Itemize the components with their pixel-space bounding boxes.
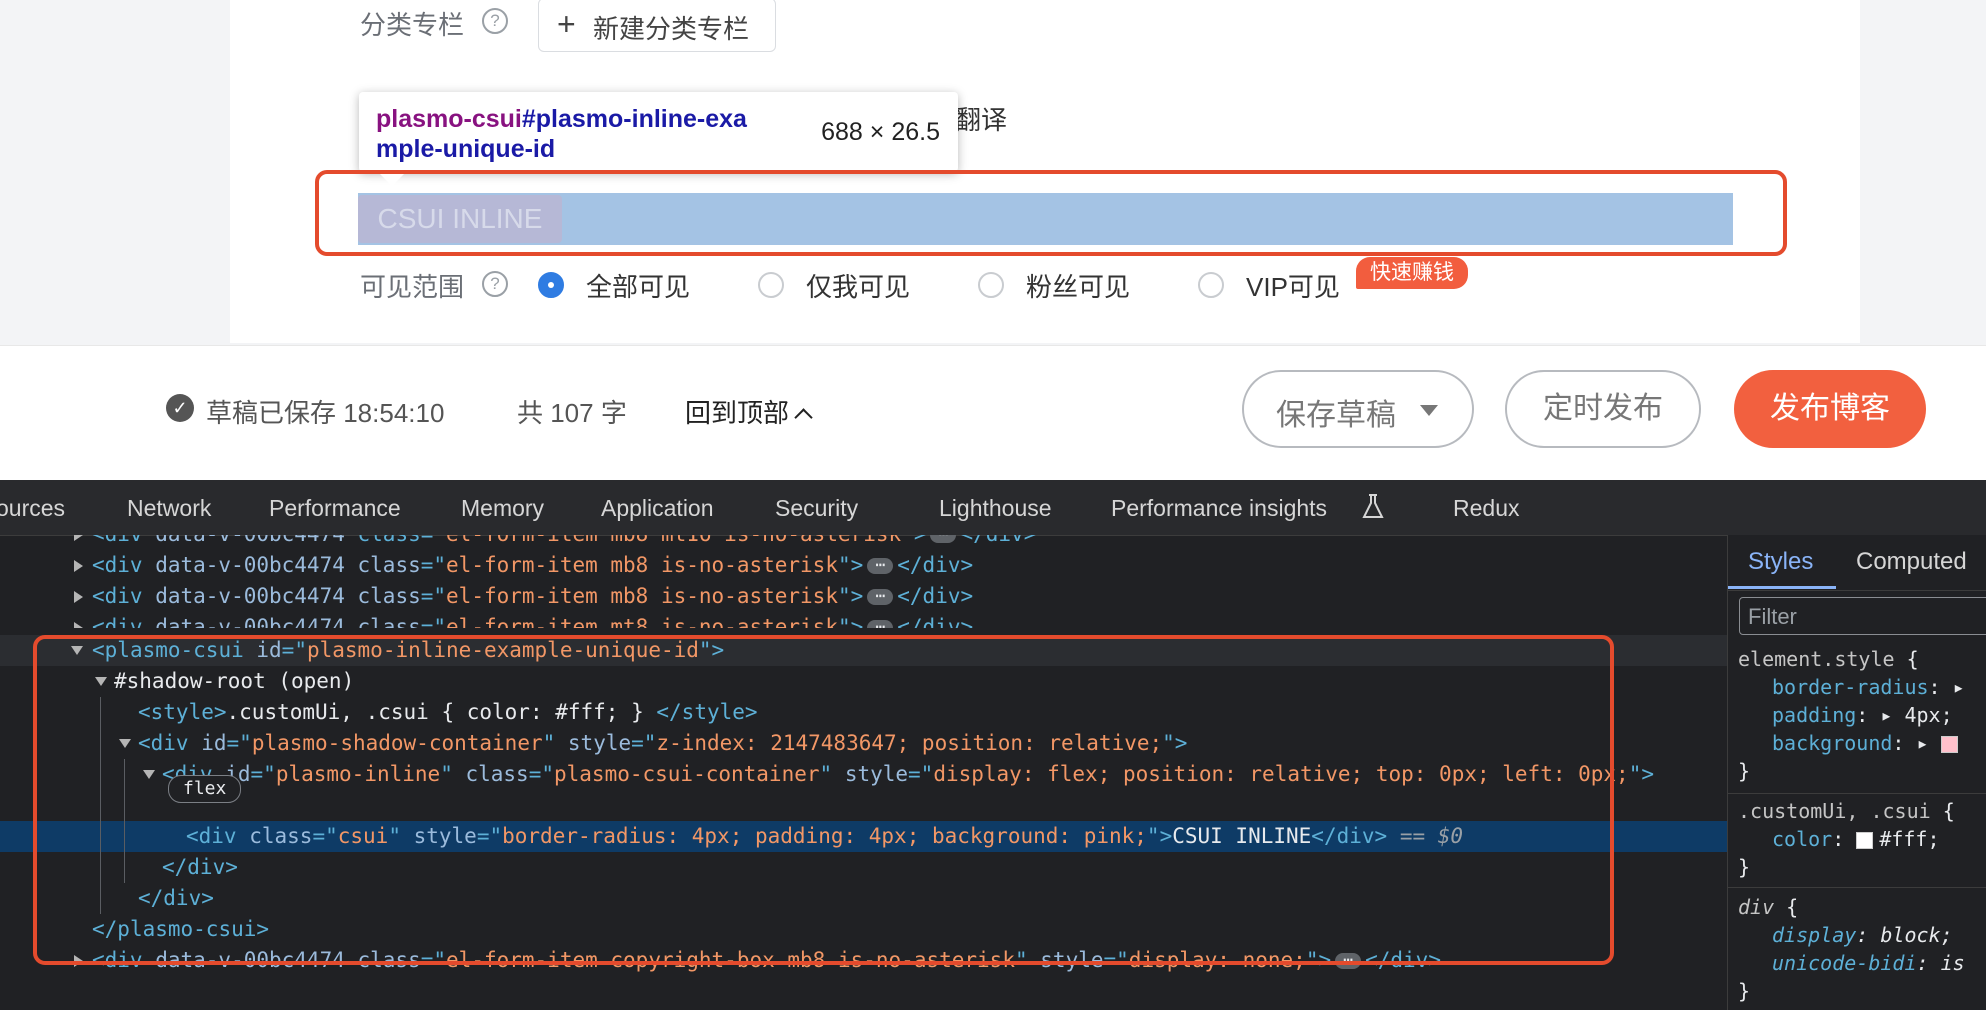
radio-fans[interactable] xyxy=(978,272,1004,298)
devtools-tab-bar: ources Network Performance Memory Applic… xyxy=(0,480,1986,536)
tab-performance-insights[interactable]: Performance insights xyxy=(1111,495,1327,522)
tab-lighthouse[interactable]: Lighthouse xyxy=(939,495,1052,522)
schedule-publish-button[interactable]: 定时发布 xyxy=(1505,370,1701,448)
dom-node[interactable]: <div data-v-00bc4474 class="el-form-item… xyxy=(0,581,1727,612)
tooltip-tag: plasmo-csui xyxy=(376,105,522,133)
tab-security[interactable]: Security xyxy=(775,495,858,522)
back-to-top-link[interactable]: 回到顶部 xyxy=(685,393,813,430)
expand-icon[interactable] xyxy=(74,622,83,628)
chevron-up-icon xyxy=(794,408,813,427)
dom-node[interactable]: <div data-v-00bc4474 class="el-form-item… xyxy=(0,535,1727,550)
save-draft-label: 保存草稿 xyxy=(1276,399,1396,432)
back-to-top-label: 回到顶部 xyxy=(685,398,790,428)
tab-performance[interactable]: Performance xyxy=(269,495,401,522)
tab-memory[interactable]: Memory xyxy=(461,495,544,522)
flask-icon xyxy=(1362,494,1384,518)
word-count: 共 107 字 xyxy=(517,398,627,428)
annotation-box xyxy=(315,170,1787,256)
visibility-label: 可见范围 xyxy=(360,272,465,302)
styles-pane: Styles Computed Filter element.style { b… xyxy=(1727,535,1986,1010)
save-draft-button[interactable]: 保存草稿 xyxy=(1242,370,1474,448)
active-tab-indicator xyxy=(1728,586,1836,589)
draft-status: 草稿已保存 18:54:10 xyxy=(206,398,445,428)
dom-node[interactable]: <div data-v-00bc4474 class="el-form-item… xyxy=(0,612,1727,628)
tab-computed[interactable]: Computed xyxy=(1856,548,1967,576)
new-category-label: 新建分类专栏 xyxy=(593,14,750,44)
vip-promo-badge: 快速赚钱 xyxy=(1356,257,1468,289)
styles-filter-input[interactable]: Filter xyxy=(1739,597,1986,635)
radio-label-vip[interactable]: VIP可见 xyxy=(1246,267,1340,304)
caret-down-icon[interactable] xyxy=(1420,405,1438,416)
page-background: 分类专栏 ? + 新建分类专栏 翻译 CSUI INLINE plasmo-cs… xyxy=(0,0,1986,345)
publish-button[interactable]: 发布博客 xyxy=(1734,370,1926,448)
expand-icon[interactable] xyxy=(74,535,83,541)
color-swatch[interactable] xyxy=(1940,736,1958,753)
ellipsis-icon[interactable]: ⋯ xyxy=(867,619,894,628)
ellipsis-icon[interactable]: ⋯ xyxy=(867,557,894,574)
radio-label-fans[interactable]: 粉丝可见 xyxy=(1026,267,1130,304)
tab-network[interactable]: Network xyxy=(127,495,211,522)
styles-tab-bar: Styles Computed xyxy=(1728,535,1986,591)
new-category-button[interactable]: + 新建分类专栏 xyxy=(538,0,776,52)
inspect-tooltip: plasmo-csui#plasmo-inline-exa mple-unique… xyxy=(359,92,958,172)
tab-styles[interactable]: Styles xyxy=(1748,548,1813,576)
plus-icon: + xyxy=(557,6,576,42)
help-icon[interactable]: ? xyxy=(482,8,508,34)
annotation-box xyxy=(33,635,1614,965)
color-swatch[interactable] xyxy=(1856,832,1874,849)
tooltip-selector: plasmo-csui#plasmo-inline-exa mple-unique… xyxy=(376,104,796,164)
radio-label-all[interactable]: 全部可见 xyxy=(586,267,690,304)
tab-sources[interactable]: ources xyxy=(0,495,65,522)
rule-div-useragent[interactable]: div { display: block; unicode-bidi: is } xyxy=(1728,893,1986,1005)
translate-text: 翻译 xyxy=(955,105,1008,135)
rule-element-style[interactable]: element.style { border-radius: ▸ padding… xyxy=(1728,645,1986,785)
category-label: 分类专栏 xyxy=(360,10,465,40)
tab-application[interactable]: Application xyxy=(601,495,714,522)
expand-icon[interactable] xyxy=(74,560,83,572)
radio-all[interactable] xyxy=(538,272,564,298)
radio-label-self[interactable]: 仅我可见 xyxy=(806,267,910,304)
rule-custom-ui[interactable]: .customUi, .csui { color: #fff; } xyxy=(1728,797,1986,881)
tooltip-id: #plasmo-inline-exa xyxy=(521,105,747,133)
help-icon[interactable]: ? xyxy=(482,271,508,297)
dom-node[interactable]: <div data-v-00bc4474 class="el-form-item… xyxy=(0,550,1727,581)
filter-placeholder: Filter xyxy=(1748,604,1797,629)
expand-icon[interactable] xyxy=(74,591,83,603)
check-icon: ✓ xyxy=(166,394,194,422)
ellipsis-icon[interactable]: ⋯ xyxy=(867,588,894,605)
radio-vip[interactable] xyxy=(1198,272,1224,298)
tooltip-id-cont: mple-unique-id xyxy=(376,135,556,163)
tooltip-dimensions: 688 × 26.5 xyxy=(821,118,940,146)
tab-redux[interactable]: Redux xyxy=(1453,495,1519,522)
ellipsis-icon[interactable]: ⋯ xyxy=(930,535,957,543)
radio-self[interactable] xyxy=(758,272,784,298)
